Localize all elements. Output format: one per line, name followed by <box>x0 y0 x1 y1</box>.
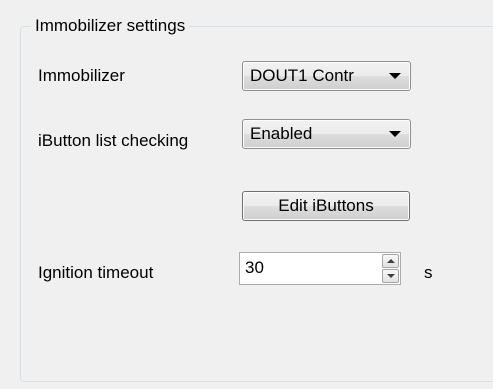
immobilizer-selected-value: DOUT1 Contr <box>250 66 354 85</box>
immobilizer-select[interactable]: DOUT1 Contr <box>242 61 411 91</box>
ignition-timeout-unit: s <box>424 263 433 282</box>
edit-ibuttons-button[interactable]: Edit iButtons <box>242 191 410 221</box>
spin-down-button[interactable] <box>382 269 399 283</box>
group-title: Immobilizer settings <box>31 15 190 37</box>
chevron-down-icon <box>389 131 401 137</box>
ibutton-list-checking-select[interactable]: Enabled <box>242 119 411 149</box>
ignition-timeout-value[interactable]: 30 <box>245 257 264 279</box>
chevron-down-icon <box>389 73 401 79</box>
spin-up-icon <box>387 259 395 263</box>
spin-buttons <box>382 254 399 283</box>
ignition-timeout-label: Ignition timeout <box>38 263 154 282</box>
ibutton-list-checking-selected-value: Enabled <box>250 124 313 143</box>
spin-up-button[interactable] <box>382 254 399 268</box>
immobilizer-label: Immobilizer <box>38 66 125 85</box>
ibutton-list-checking-label: iButton list checking <box>38 131 189 150</box>
spin-down-icon <box>387 274 395 278</box>
ignition-timeout-spinbox[interactable]: 30 <box>239 252 401 285</box>
